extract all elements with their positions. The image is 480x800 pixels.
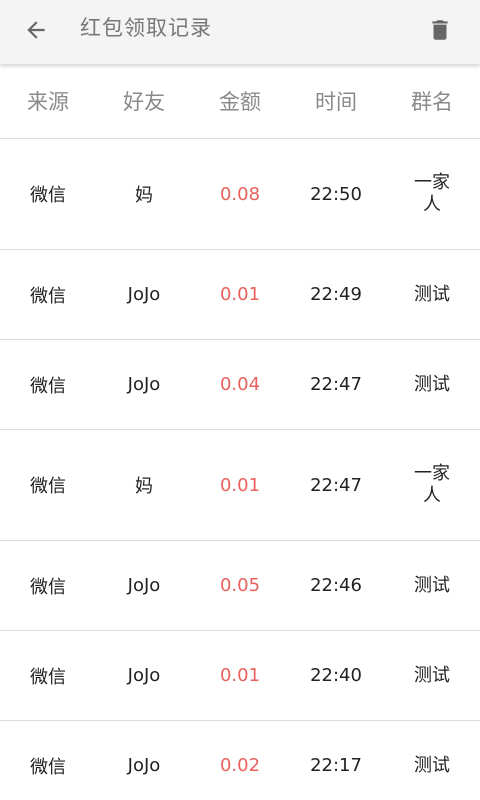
trash-icon	[427, 17, 453, 47]
cell-time: 22:49	[310, 284, 362, 305]
table-row[interactable]: 微信 妈 0.01 22:47 一家人	[0, 430, 480, 541]
cell-source: 微信	[30, 756, 66, 778]
group-name: 一家人	[414, 463, 450, 506]
app-screen: 红包领取记录 来源 好友 金额 时间 群名 微信 妈 0.08 22:50 一家…	[0, 0, 480, 800]
cell-time: 22:46	[310, 575, 362, 596]
cell-group: 一家人	[384, 172, 480, 216]
cell-amount: 0.08	[219, 183, 261, 205]
cell-source: 微信	[30, 285, 66, 307]
cell-source: 微信	[30, 375, 66, 397]
cell-group: 测试	[384, 575, 480, 597]
records-table: 来源 好友 金额 时间 群名 微信 妈 0.08 22:50 一家人 微信 Jo…	[0, 64, 480, 800]
group-name: 一家人	[414, 172, 450, 215]
cell-friend: 妈	[135, 476, 153, 497]
group-name: 测试	[414, 373, 450, 395]
header-time: 时间	[315, 90, 357, 114]
group-name: 测试	[414, 664, 450, 686]
cell-time: 22:17	[310, 755, 362, 776]
delete-button[interactable]	[418, 10, 462, 54]
cell-group: 测试	[384, 755, 480, 777]
header-group: 群名	[411, 90, 453, 114]
cell-amount: 0.01	[219, 284, 261, 305]
table-header: 来源 好友 金额 时间 群名	[0, 64, 480, 139]
header-friend: 好友	[123, 90, 165, 114]
cell-amount: 0.02	[219, 755, 261, 776]
cell-friend: JoJo	[127, 284, 161, 305]
cell-friend: JoJo	[127, 755, 161, 776]
cell-group: 测试	[384, 374, 480, 396]
arrow-left-icon	[23, 17, 49, 47]
table-row[interactable]: 微信 JoJo 0.01 22:40 测试	[0, 631, 480, 721]
cell-group: 一家人	[384, 463, 480, 507]
cell-amount: 0.01	[219, 665, 261, 686]
group-name: 测试	[414, 574, 450, 596]
cell-friend: JoJo	[127, 575, 161, 596]
table-row[interactable]: 微信 JoJo 0.05 22:46 测试	[0, 541, 480, 631]
cell-group: 测试	[384, 665, 480, 687]
cell-amount: 0.04	[219, 374, 261, 395]
cell-group: 测试	[384, 284, 480, 306]
cell-time: 22:50	[310, 183, 362, 205]
cell-time: 22:40	[310, 665, 362, 686]
toolbar: 红包领取记录	[0, 0, 480, 64]
cell-source: 微信	[30, 476, 66, 497]
table-row[interactable]: 微信 妈 0.08 22:50 一家人	[0, 139, 480, 250]
cell-friend: JoJo	[127, 374, 161, 395]
cell-time: 22:47	[310, 474, 362, 496]
group-name: 测试	[414, 754, 450, 776]
cell-friend: JoJo	[127, 665, 161, 686]
cell-source: 微信	[30, 185, 66, 206]
table-row[interactable]: 微信 JoJo 0.02 22:17 测试	[0, 721, 480, 800]
group-name: 测试	[414, 283, 450, 305]
cell-source: 微信	[30, 576, 66, 598]
cell-source: 微信	[30, 666, 66, 688]
table-row[interactable]: 微信 JoJo 0.04 22:47 测试	[0, 340, 480, 430]
back-button[interactable]	[14, 10, 58, 54]
header-amount: 金额	[219, 90, 261, 114]
table-row[interactable]: 微信 JoJo 0.01 22:49 测试	[0, 250, 480, 340]
page-title: 红包领取记录	[80, 16, 212, 40]
cell-time: 22:47	[310, 374, 362, 395]
cell-amount: 0.01	[219, 474, 261, 496]
cell-amount: 0.05	[219, 575, 261, 596]
header-source: 来源	[27, 90, 69, 114]
cell-friend: 妈	[135, 185, 153, 206]
